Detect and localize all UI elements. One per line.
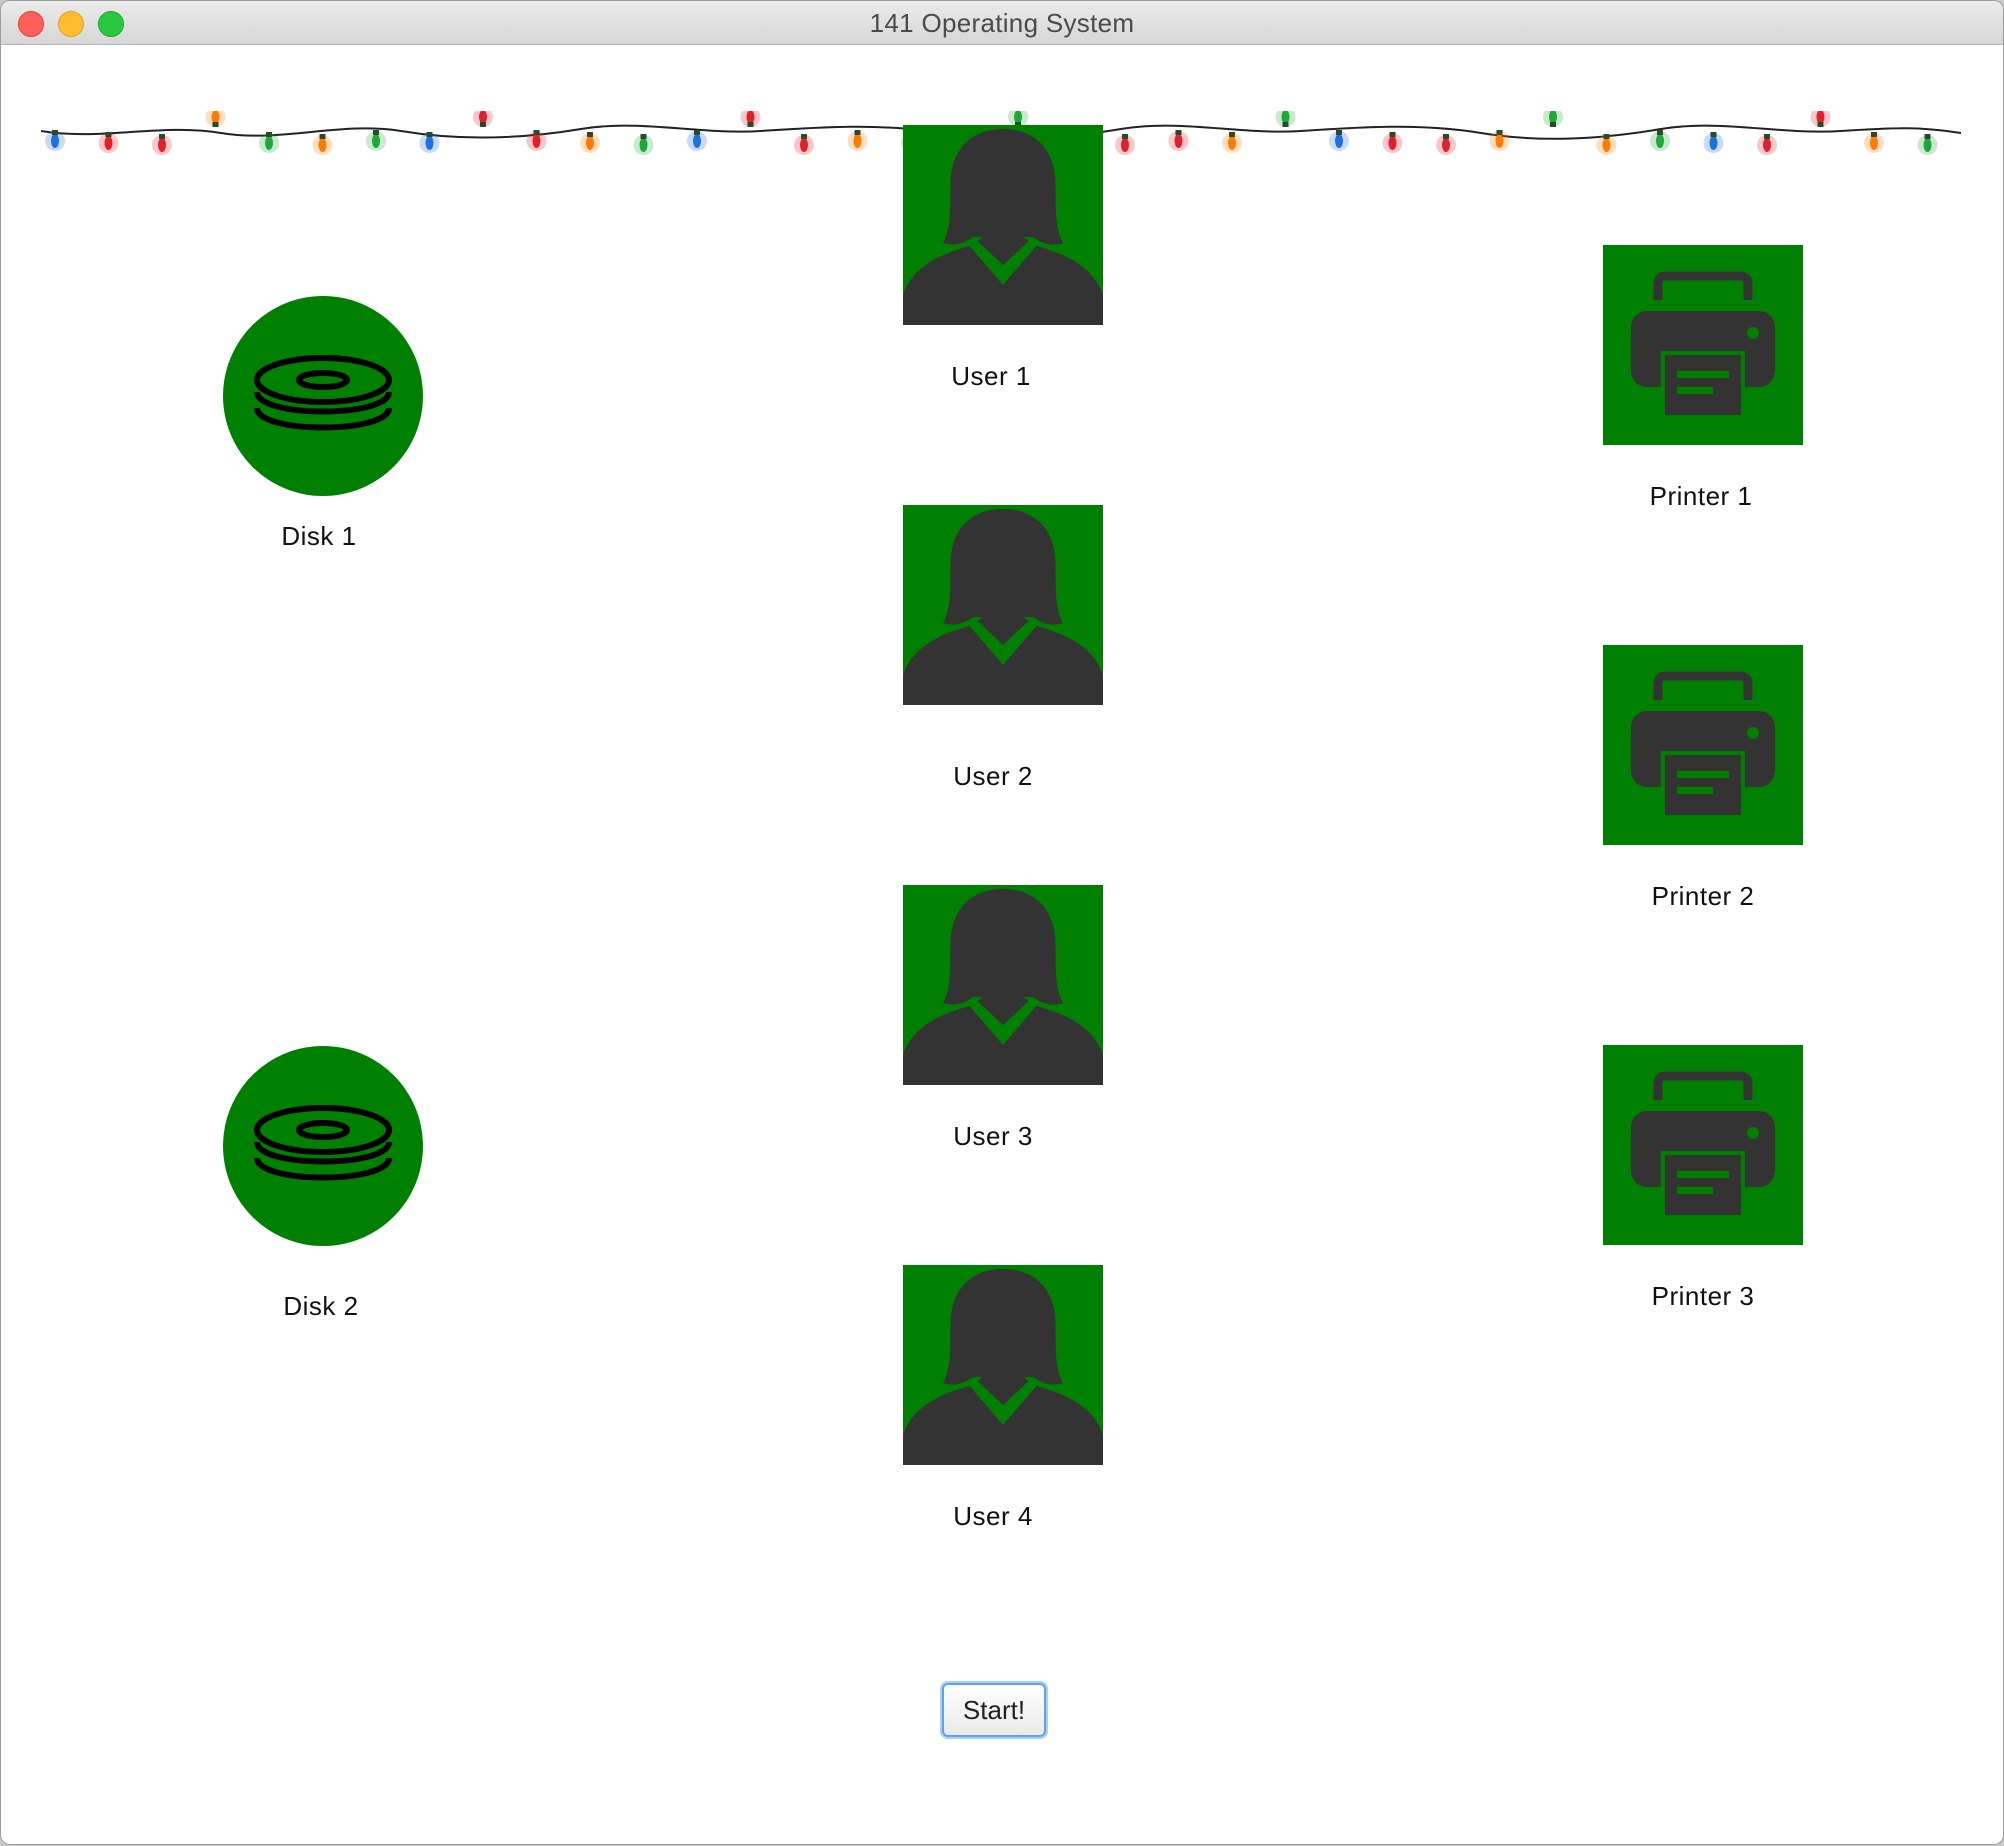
printer-1[interactable] — [1603, 245, 1803, 445]
window-title: 141 Operating System — [869, 8, 1135, 38]
disk-2[interactable] — [223, 1046, 423, 1246]
printer-icon — [1631, 271, 1775, 419]
user-icon — [903, 1269, 1103, 1465]
disk-2-label: Disk 2 — [283, 1291, 359, 1321]
printer-1-label: Printer 1 — [1649, 481, 1753, 511]
printer-3[interactable] — [1603, 1045, 1803, 1245]
user-3[interactable] — [903, 885, 1103, 1085]
user-2-label: User 2 — [953, 761, 1033, 791]
disk-icon — [254, 355, 392, 431]
user-2[interactable] — [903, 505, 1103, 705]
printer-2[interactable] — [1603, 645, 1803, 845]
disk-1-label: Disk 1 — [281, 521, 357, 551]
user-4-label: User 4 — [953, 1501, 1033, 1531]
user-4[interactable] — [903, 1265, 1103, 1465]
user-1-label: User 1 — [951, 361, 1031, 391]
printer-icon — [1631, 1071, 1775, 1219]
app-window: 141 Operating System Disk 1 Disk 2 User … — [0, 0, 2004, 1845]
title-bar[interactable]: 141 Operating System — [1, 1, 2003, 45]
user-icon — [903, 889, 1103, 1085]
printer-3-label: Printer 3 — [1651, 1281, 1755, 1311]
user-1[interactable] — [903, 125, 1103, 325]
disk-1[interactable] — [223, 296, 423, 496]
user-icon — [903, 509, 1103, 705]
start-button[interactable]: Start! — [942, 1683, 1046, 1737]
printer-icon — [1631, 671, 1775, 819]
user-3-label: User 3 — [953, 1121, 1033, 1151]
user-icon — [903, 129, 1103, 325]
disk-icon — [254, 1105, 392, 1181]
printer-2-label: Printer 2 — [1651, 881, 1755, 911]
